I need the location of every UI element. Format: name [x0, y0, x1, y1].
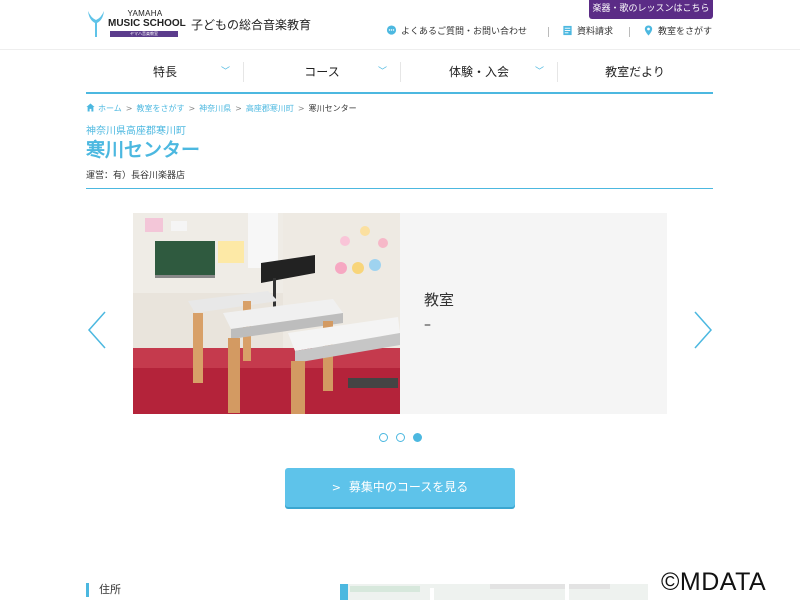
breadcrumb-home[interactable]: ホーム [98, 104, 122, 113]
slide-label: 教室 [424, 291, 455, 309]
utility-divider [629, 27, 630, 37]
breadcrumb-town[interactable]: 高座郡寒川町 [246, 104, 294, 113]
operator-label: 運営：有）長谷川楽器店 [86, 171, 186, 181]
classroom-slide: 教室 – [133, 213, 667, 414]
breadcrumb-separator: > [188, 104, 196, 113]
breadcrumb-current: 寒川センター [308, 104, 357, 113]
nav-divider [243, 62, 244, 82]
site-header: YAMAHA MUSIC SCHOOL ヤマハ音楽教室 子どもの総合音楽教育 楽… [0, 0, 800, 50]
nav-item-label: 体験・入会 [448, 65, 509, 79]
breadcrumb-separator: > [125, 104, 133, 113]
request-materials-link[interactable]: 資料請求 [562, 25, 613, 39]
map-pin-icon [644, 25, 653, 36]
chevron-down-icon: ﹀ [377, 67, 387, 77]
faq-contact-label: よくあるご質問・お問い合わせ [401, 27, 528, 37]
region-label: 神奈川県高座郡寒川町 [86, 126, 186, 137]
nav-item-features[interactable]: 特長 ﹀ [94, 52, 236, 92]
classroom-photo-illustration [133, 213, 400, 414]
chat-bubble-icon [386, 25, 397, 35]
slide-sublabel: – [424, 317, 431, 333]
copyright-watermark: ©MDATA [661, 568, 767, 596]
home-icon [86, 103, 95, 112]
breadcrumb-find-classroom[interactable]: 教室をさがす [136, 104, 184, 113]
title-divider [86, 188, 713, 189]
slider-pagination [379, 433, 423, 443]
breadcrumb-separator: > [297, 104, 305, 113]
page-title: 寒川センター [86, 139, 201, 161]
slider-dot-3[interactable] [413, 433, 422, 442]
slider-next-arrow-icon[interactable] [692, 310, 714, 350]
nav-divider [557, 62, 558, 82]
chevron-down-icon: ﹀ [220, 67, 230, 77]
nav-item-label: 教室だより [605, 65, 665, 79]
nav-item-courses[interactable]: コース ﹀ [251, 52, 393, 92]
request-materials-label: 資料請求 [577, 27, 614, 37]
slider-dot-1[interactable] [379, 433, 388, 442]
main-nav: 特長 ﹀ コース ﹀ 体験・入会 ﹀ 教室だより [86, 52, 713, 94]
nav-item-trial-enroll[interactable]: 体験・入会 ﹀ [408, 52, 550, 92]
logo-text-music-school: MUSIC SCHOOL [108, 18, 186, 29]
map-illustration [340, 584, 648, 600]
breadcrumb: ホーム > 教室をさがす > 神奈川県 > 高座郡寒川町 > 寒川センター [86, 103, 357, 115]
logo-text-yamaha: YAMAHA [127, 9, 163, 18]
yamaha-logo[interactable]: YAMAHA MUSIC SCHOOL ヤマハ音楽教室 [86, 9, 186, 39]
classroom-photo [133, 213, 400, 414]
nav-divider [400, 62, 401, 82]
view-open-courses-label: 募集中のコースを見る [348, 480, 469, 494]
nav-item-label: コース [304, 65, 340, 79]
slider-prev-arrow-icon[interactable] [86, 310, 108, 350]
slider-dot-2[interactable] [396, 433, 405, 442]
chevron-down-icon: ﹀ [534, 67, 544, 77]
instrument-lesson-link-button[interactable]: 楽器・歌のレッスンはこちら [589, 0, 713, 19]
tuning-fork-logo-icon [88, 11, 104, 37]
logo-subtitle-bar: ヤマハ音楽教室 [110, 31, 178, 37]
document-icon [563, 25, 572, 36]
utility-divider [548, 27, 549, 37]
find-classroom-link[interactable]: 教室をさがす [643, 25, 712, 39]
map-preview[interactable] [340, 584, 648, 600]
faq-contact-link[interactable]: よくあるご質問・お問い合わせ [386, 25, 527, 39]
find-classroom-label: 教室をさがす [658, 27, 713, 37]
chevron-right-icon: > [331, 481, 341, 494]
nav-item-label: 特長 [152, 65, 177, 79]
nav-item-news[interactable]: 教室だより [564, 52, 706, 92]
site-tagline: 子どもの総合音楽教育 [191, 18, 312, 32]
address-heading: 住所 [86, 583, 121, 597]
breadcrumb-separator: > [235, 104, 242, 113]
view-open-courses-button[interactable]: > 募集中のコースを見る [285, 468, 515, 507]
breadcrumb-prefecture[interactable]: 神奈川県 [199, 104, 231, 113]
